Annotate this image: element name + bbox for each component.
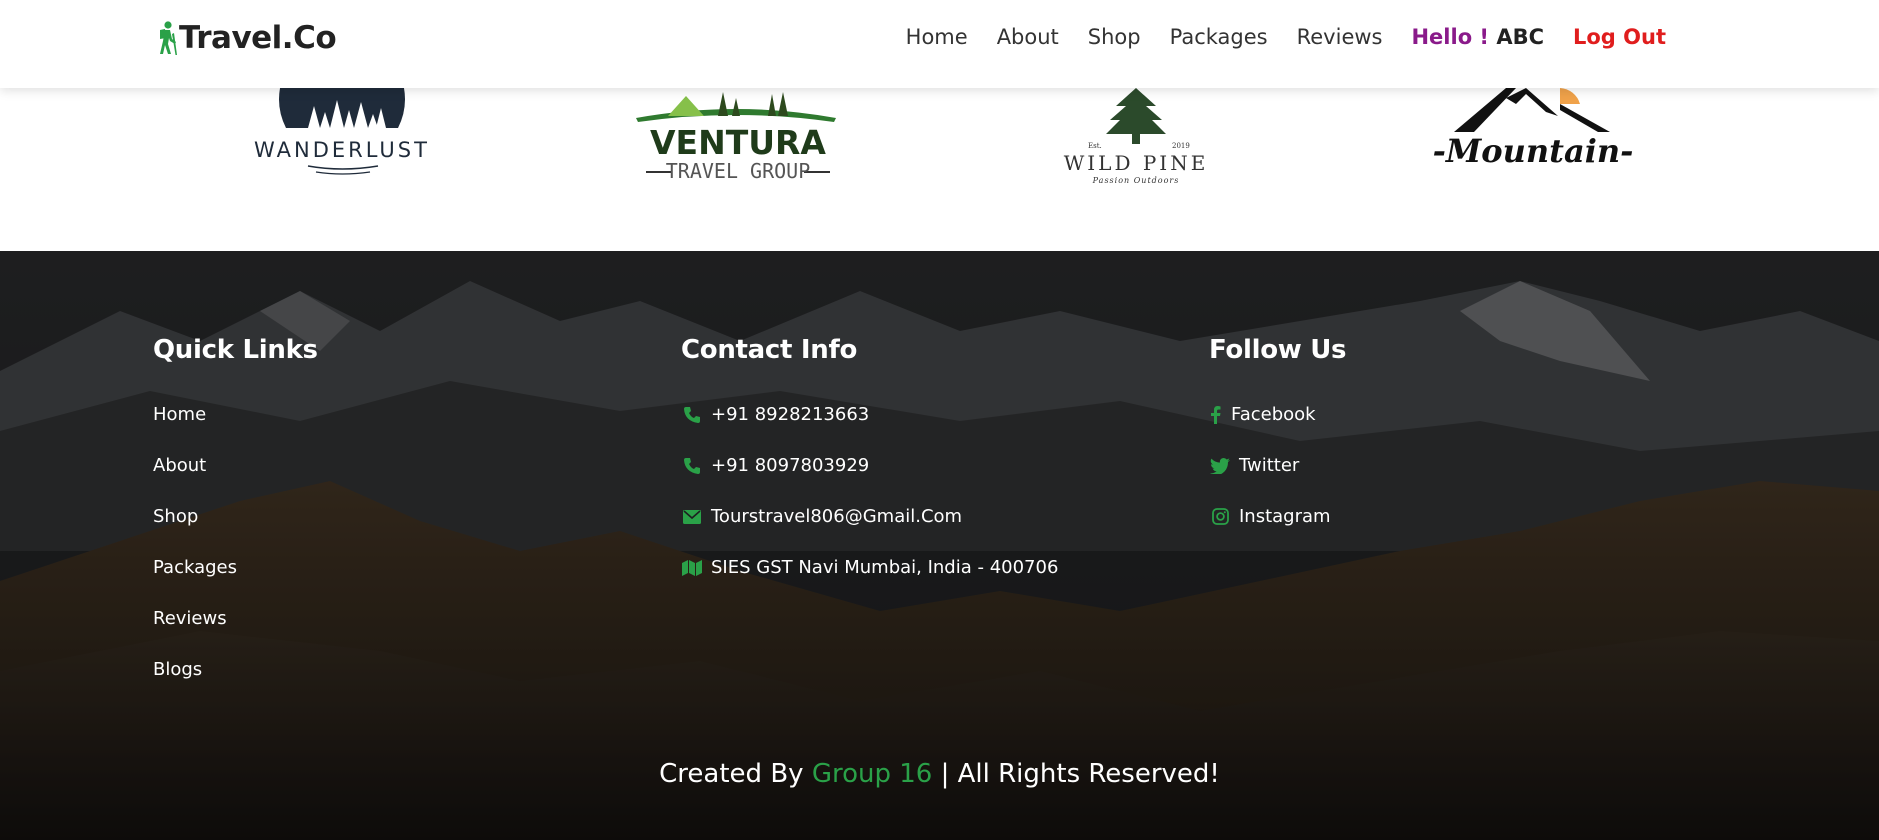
wild-pine-year: 2019 [1172,142,1190,150]
map-icon [681,557,703,579]
contact-phone-1[interactable]: +91 8928213663 [681,389,1058,440]
quick-links-title: Quick Links [153,335,318,365]
credit-group: Group 16 [811,759,933,789]
main-nav: Home About Shop Packages Reviews Hello !… [877,25,1666,49]
wanderlust-logo: WANDERLUST [254,88,430,175]
ventura-tagline: TRAVEL GROUP [666,159,811,183]
footer-link-packages[interactable]: Packages [153,542,318,593]
nav-about[interactable]: About [997,25,1059,49]
contact-info-section: Contact Info +91 8928213663 +91 80978039… [681,335,1058,593]
footer-link-reviews[interactable]: Reviews [153,593,318,644]
contact-phone-2[interactable]: +91 8097803929 [681,440,1058,491]
greeting-text: Hello ! [1411,25,1490,49]
credit-prefix: Created By [659,759,804,789]
contact-info-title: Contact Info [681,335,858,365]
mountain-logo: -Mountain- [1433,88,1634,170]
quick-links-section: Quick Links Home About Shop Packages Rev… [153,335,318,695]
wild-pine-tagline: Passion Outdoors [1092,176,1180,185]
envelope-icon [681,506,703,528]
follow-us-section: Follow Us Facebook Twitter Instagram [1209,335,1347,542]
twitter-icon [1209,455,1231,477]
social-instagram[interactable]: Instagram [1209,491,1346,542]
wild-pine-logo: Est. 2019 WILD PINE Passion Outdoors [1064,88,1209,185]
footer-link-blogs[interactable]: Blogs [153,644,318,695]
username: ABC [1496,25,1544,49]
phone-icon [681,455,703,477]
contact-email-text: Tourstravel806@Gmail.Com [711,506,963,527]
nav-packages[interactable]: Packages [1170,25,1268,49]
contact-address-text: SIES GST Navi Mumbai, India - 400706 [711,557,1059,578]
social-facebook-text: Facebook [1231,404,1316,425]
wild-pine-est: Est. [1088,142,1102,150]
instagram-icon [1209,506,1231,528]
social-facebook[interactable]: Facebook [1209,389,1346,440]
copyright-credit: Created By Group 16 | All Rights Reserve… [0,759,1879,789]
phone-icon [681,404,703,426]
footer-link-about[interactable]: About [153,440,318,491]
site-header: Travel.Co Home About Shop Packages Revie… [0,0,1879,88]
nav-shop[interactable]: Shop [1088,25,1141,49]
footer-link-home[interactable]: Home [153,389,318,440]
social-instagram-text: Instagram [1239,506,1331,527]
hiker-icon [160,21,177,55]
wanderlust-wordmark: WANDERLUST [254,138,430,162]
social-twitter[interactable]: Twitter [1209,440,1346,491]
ventura-wordmark: VENTURA [650,123,826,162]
wild-pine-wordmark: WILD PINE [1064,151,1209,175]
nav-reviews[interactable]: Reviews [1297,25,1383,49]
follow-us-title: Follow Us [1209,335,1347,365]
credit-suffix: | All Rights Reserved! [940,759,1220,789]
logo-text: Travel.Co [179,20,337,56]
contact-email[interactable]: Tourstravel806@Gmail.Com [681,491,1058,542]
site-logo[interactable]: Travel.Co [153,20,337,56]
nav-home[interactable]: Home [906,25,968,49]
user-greeting: Hello ! ABC [1411,25,1544,49]
contact-phone-2-text: +91 8097803929 [711,455,870,476]
footer-link-shop[interactable]: Shop [153,491,318,542]
contact-phone-1-text: +91 8928213663 [711,404,870,425]
logout-link[interactable]: Log Out [1573,25,1666,49]
brand-logos-strip: WANDERLUST VENTURA TRAVEL GROUP Est. 201… [0,88,1879,251]
site-footer: Quick Links Home About Shop Packages Rev… [0,251,1879,840]
facebook-icon [1209,404,1223,426]
ventura-logo: VENTURA TRAVEL GROUP [636,92,836,183]
social-twitter-text: Twitter [1239,455,1300,476]
contact-address[interactable]: SIES GST Navi Mumbai, India - 400706 [681,542,1058,593]
mountain-wordmark: -Mountain- [1433,132,1634,170]
